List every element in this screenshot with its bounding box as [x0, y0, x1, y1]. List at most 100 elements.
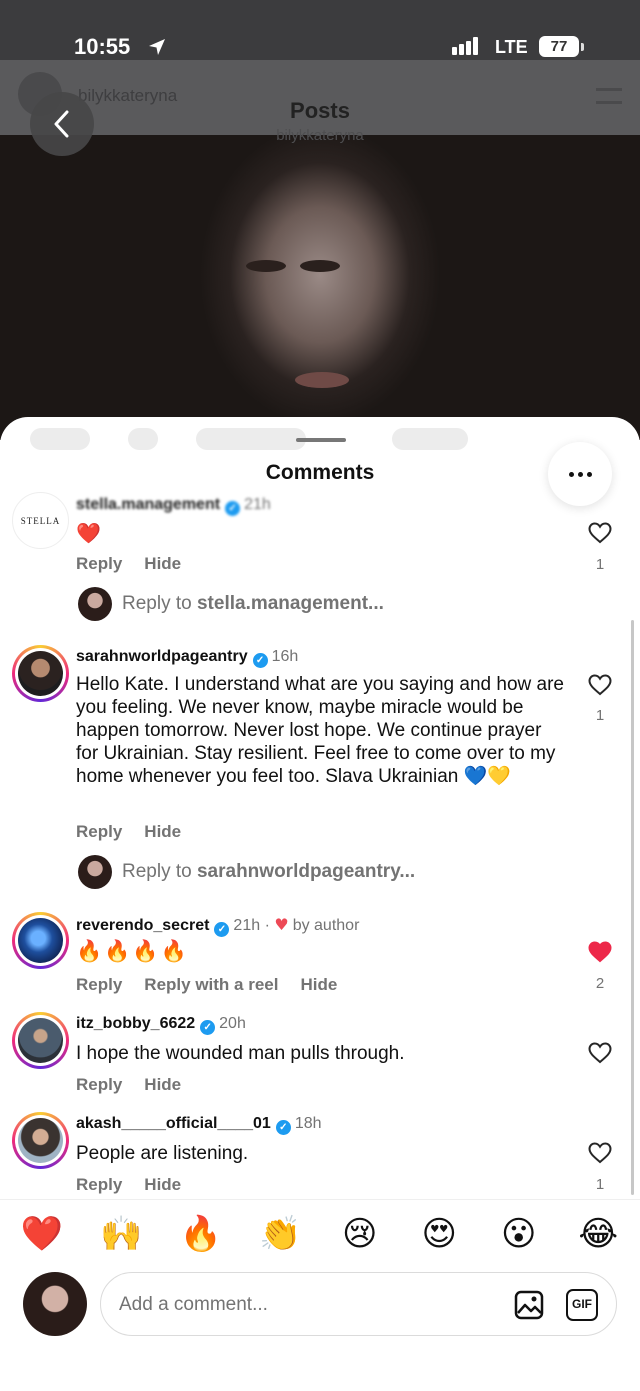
reply-button[interactable]: Reply	[76, 1075, 122, 1094]
comment-text: I hope the wounded man pulls through.	[76, 1043, 405, 1064]
comment-actions: Reply Hide	[76, 822, 203, 842]
comment-composer[interactable]: GIF	[100, 1272, 617, 1336]
status-bar: 10:55 LTE 77	[0, 0, 640, 60]
heart-filled-icon[interactable]	[588, 941, 612, 963]
comment-input[interactable]	[119, 1291, 499, 1319]
more-options-button[interactable]	[548, 442, 612, 506]
emoji-cry-button[interactable]: 😢	[330, 1214, 390, 1254]
dot	[586, 471, 592, 477]
battery-nub	[581, 43, 584, 51]
emoji-heart-eyes-button[interactable]: 😍	[409, 1214, 469, 1254]
like-count: 1	[595, 707, 605, 724]
status-time: 10:55	[74, 34, 131, 59]
photo-detail	[295, 372, 349, 388]
verified-icon: ✓	[200, 1020, 216, 1035]
author-liked-note: by author	[292, 917, 360, 934]
emoji-fire-button[interactable]: 🔥	[171, 1214, 231, 1254]
comment-actions: Reply Hide	[76, 554, 203, 574]
comment-text: ❤️	[76, 521, 101, 545]
photo-detail	[300, 260, 340, 272]
avatar[interactable]	[12, 1112, 69, 1169]
emoji-raised-hands-button[interactable]: 🙌	[91, 1214, 151, 1254]
comment-time: 21h	[244, 496, 271, 513]
reply-button[interactable]: Reply	[76, 822, 122, 841]
heart-small-icon: ♥	[274, 915, 289, 934]
comment-text: Hello Kate. I understand what are you sa…	[76, 674, 564, 787]
comment-actions: Reply Reply with a reel Hide	[76, 975, 359, 995]
reply-with-reel-button[interactable]: Reply with a reel	[144, 975, 278, 994]
comment-username[interactable]: stella.management	[76, 496, 220, 513]
page-subtitle: bilykkateryna	[276, 127, 364, 144]
like-count: 1	[595, 556, 605, 573]
reply-button[interactable]: Reply	[76, 1175, 122, 1194]
photo-detail	[246, 260, 286, 272]
avatar	[78, 587, 112, 621]
reply-prompt-prefix: Reply to	[122, 593, 197, 615]
verified-icon: ✓	[275, 1120, 291, 1135]
comment-username[interactable]: sarahnworldpageantry	[76, 648, 248, 665]
comment-username[interactable]: itz_bobby_6622	[76, 1015, 195, 1032]
heart-outline-icon[interactable]	[588, 1042, 612, 1064]
reply-prompt[interactable]: Reply to sarahnworldpageantry...	[78, 855, 415, 889]
reply-button[interactable]: Reply	[76, 975, 122, 994]
hide-button[interactable]: Hide	[144, 1075, 181, 1094]
location-arrow-icon	[149, 39, 165, 55]
verified-icon: ✓	[252, 653, 268, 668]
avatar[interactable]: STELLA	[12, 492, 69, 549]
reply-prompt-target: sarahnworldpageantry...	[196, 861, 416, 883]
page-title: Posts	[290, 98, 350, 123]
avatar	[78, 855, 112, 889]
reply-prompt-prefix: Reply to	[122, 861, 197, 883]
signal-icon	[452, 37, 480, 55]
drag-handle[interactable]	[296, 438, 346, 442]
reply-button[interactable]: Reply	[76, 554, 122, 573]
avatar[interactable]	[12, 1012, 69, 1069]
emoji-surprised-button[interactable]: 😮	[489, 1214, 549, 1254]
like-count: 2	[595, 975, 605, 992]
separator-dot: ·	[260, 917, 275, 934]
heart-outline-icon[interactable]	[588, 674, 612, 696]
verified-icon: ✓	[225, 501, 241, 516]
emoji-quick-bar: ❤️ 🙌 🔥 👏 😢 😍 😮 😂	[0, 1199, 640, 1267]
emoji-clap-button[interactable]: 👏	[250, 1214, 310, 1254]
hide-button[interactable]: Hide	[144, 1175, 181, 1194]
comment-header: akash_____official____01 ✓ 18h	[76, 1115, 322, 1135]
blurred-ghost	[128, 428, 158, 450]
network-type: LTE	[495, 37, 528, 57]
hide-button[interactable]: Hide	[144, 822, 181, 841]
comment-username[interactable]: reverendo_secret	[76, 917, 209, 934]
comment-username[interactable]: akash_____official____01	[76, 1115, 271, 1132]
verified-icon: ✓	[214, 922, 230, 937]
emoji-laugh-button[interactable]: 😂	[568, 1214, 628, 1254]
image-icon[interactable]	[513, 1289, 545, 1321]
current-user-avatar	[23, 1272, 87, 1336]
hide-button[interactable]: Hide	[300, 975, 337, 994]
scrollbar[interactable]	[631, 620, 634, 1195]
comment-actions: Reply Hide	[76, 1175, 203, 1195]
comment-header: itz_bobby_6622 ✓ 20h	[76, 1015, 246, 1035]
reply-prompt-target: stella.management...	[196, 593, 384, 615]
heart-outline-icon[interactable]	[588, 1142, 612, 1164]
hide-button[interactable]: Hide	[144, 554, 181, 573]
reply-prompt[interactable]: Reply to stella.management...	[78, 587, 384, 621]
dot	[577, 471, 583, 477]
comment-text: 🔥🔥🔥🔥	[76, 939, 189, 963]
heart-outline-icon[interactable]	[588, 522, 612, 544]
comment-header: reverendo_secret ✓ 21h · ♥ by author	[76, 915, 359, 937]
gif-icon[interactable]: GIF	[566, 1289, 598, 1321]
avatar[interactable]	[12, 645, 69, 702]
comment-time: 20h	[219, 1015, 246, 1032]
dot	[568, 471, 574, 477]
sheet-title: Comments	[265, 461, 375, 484]
comment-time: 21h	[233, 917, 261, 934]
post-photo	[0, 135, 640, 440]
battery-icon: 77	[539, 36, 579, 57]
avatar[interactable]	[12, 912, 69, 969]
blurred-ghost	[196, 428, 306, 450]
like-count: 1	[595, 1176, 605, 1193]
blurred-ghost	[392, 428, 468, 450]
comment-actions: Reply Hide	[76, 1075, 203, 1095]
comment-time: 18h	[294, 1115, 322, 1132]
blurred-ghost	[30, 428, 90, 450]
emoji-heart-button[interactable]: ❤️	[12, 1214, 72, 1254]
